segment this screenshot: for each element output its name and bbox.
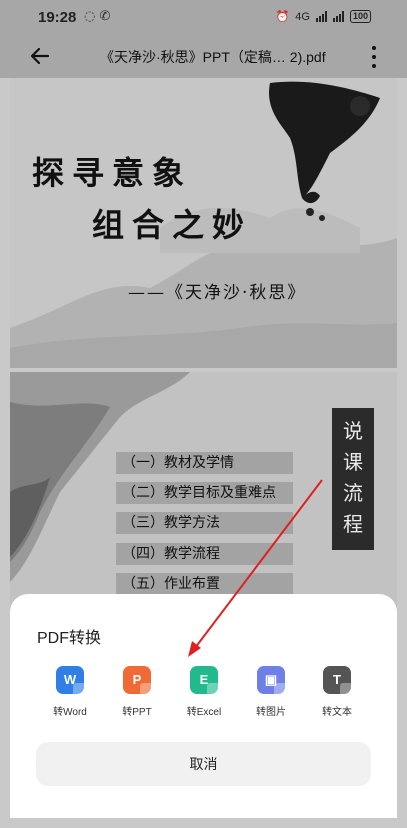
slide-heading-line2: 组合之妙 (92, 206, 253, 244)
pdf-convert-sheet: PDF转换 W 转Word P 转PPT E 转Excel ▣ 转图片 T 转文… (10, 594, 397, 818)
battery-icon: 100 (349, 10, 371, 23)
side-label-box: 说 课 流 程 (332, 408, 374, 550)
document-title: 《天净沙·秋思》PPT（定稿… 2).pdf (100, 49, 326, 65)
pdf-page-2: （一）教材及学情 （二）教学目标及重难点 （三）教学方法 （四）教学流程 （五）… (10, 372, 397, 622)
convert-excel-button[interactable]: E 转Excel (174, 666, 234, 718)
status-time: 19:28 (38, 9, 77, 26)
status-right: ⏰ 4G 100 (276, 10, 371, 23)
side-char-4: 程 (343, 512, 363, 536)
more-options-icon[interactable] (370, 46, 378, 68)
convert-excel-label: 转Excel (186, 707, 222, 718)
pdf-page-1: 探寻意象 组合之妙 ——《天净沙·秋思》 (10, 78, 397, 368)
side-char-2: 课 (343, 450, 363, 474)
toc-item-2: （二）教学目标及重难点 (116, 482, 293, 504)
convert-word-button[interactable]: W 转Word (40, 666, 100, 718)
ppt-icon: P (123, 666, 154, 697)
side-char-1: 说 (343, 419, 363, 443)
signal-icon (315, 11, 327, 22)
app-bar: 《天净沙·秋思》PPT（定稿… 2).pdf (0, 36, 407, 78)
convert-image-button[interactable]: ▣ 转图片 (241, 666, 301, 718)
convert-ppt-label: 转PPT (122, 707, 152, 718)
convert-word-label: 转Word (53, 707, 87, 718)
convert-ppt-button[interactable]: P 转PPT (107, 666, 167, 718)
toc-item-4: （四）教学流程 (116, 543, 293, 565)
slide-subtitle: ——《天净沙·秋思》 (128, 283, 307, 303)
excel-icon: E (190, 666, 221, 697)
convert-text-button[interactable]: T 转文本 (307, 666, 367, 718)
image-icon: ▣ (257, 666, 288, 697)
toc-item-1: （一）教材及学情 (116, 452, 293, 474)
word-icon: W (56, 666, 87, 697)
signal-icon-2 (332, 11, 344, 22)
toc-item-5: （五）作业布置 (116, 573, 293, 595)
text-icon: T (323, 666, 354, 697)
convert-text-label: 转文本 (322, 707, 352, 718)
status-bar: 19:28 ◌ ✆ ⏰ 4G 100 (0, 0, 407, 36)
alarm-icon: ⏰ (275, 11, 290, 23)
cancel-button[interactable]: 取消 (36, 742, 371, 786)
slide-heading-line1: 探寻意象 (32, 154, 193, 192)
back-arrow-icon[interactable] (28, 44, 52, 68)
notification-icons: ◌ ✆ (84, 9, 111, 24)
convert-image-label: 转图片 (256, 707, 286, 718)
app-screen: 19:28 ◌ ✆ ⏰ 4G 100 《天净沙·秋思》PPT（定稿… 2).pd… (0, 0, 407, 828)
toc-item-3: （三）教学方法 (116, 512, 293, 534)
sheet-title: PDF转换 (37, 630, 102, 647)
side-char-3: 流 (343, 481, 363, 505)
network-label: 4G (295, 10, 310, 23)
